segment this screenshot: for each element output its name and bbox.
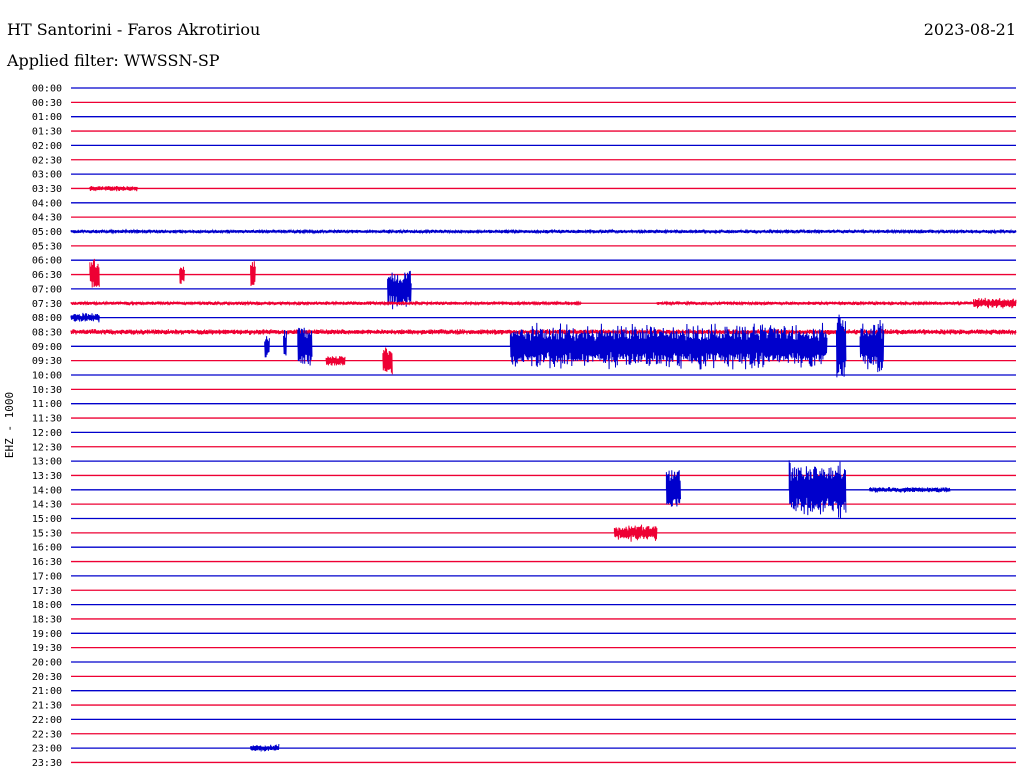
time-label: 06:30 <box>32 270 62 281</box>
time-label: 21:30 <box>32 701 62 712</box>
time-label: 19:30 <box>32 643 62 654</box>
time-label: 10:00 <box>32 371 62 382</box>
seismic-burst <box>70 228 1017 235</box>
time-label: 23:00 <box>32 744 62 755</box>
time-label: 13:30 <box>32 471 62 482</box>
seismic-burst <box>325 356 346 366</box>
time-label: 04:00 <box>32 198 62 209</box>
time-label: 05:00 <box>32 227 62 238</box>
time-label: 09:00 <box>32 342 62 353</box>
seismic-burst <box>613 524 658 542</box>
seismic-burst <box>179 266 185 284</box>
channel-label: EHZ - 1000 <box>3 392 16 458</box>
seismic-burst <box>656 300 1017 307</box>
seismic-burst <box>869 487 951 493</box>
time-label: 00:30 <box>32 98 62 109</box>
time-label: 16:00 <box>32 543 62 554</box>
seismic-burst <box>264 336 270 358</box>
time-label: 17:00 <box>32 571 62 582</box>
seismic-burst <box>70 312 100 323</box>
time-label: 02:30 <box>32 155 62 166</box>
time-label: 22:30 <box>32 729 62 740</box>
time-label: 14:00 <box>32 485 62 496</box>
time-label: 10:30 <box>32 385 62 396</box>
time-label: 18:30 <box>32 614 62 625</box>
seismic-burst <box>250 261 256 287</box>
time-label: 18:00 <box>32 600 62 611</box>
time-label: 17:30 <box>32 586 62 597</box>
time-label: 20:30 <box>32 672 62 683</box>
seismic-burst <box>89 258 100 288</box>
seismic-burst <box>973 297 1017 309</box>
time-label: 01:00 <box>32 112 62 123</box>
time-label: 21:00 <box>32 686 62 697</box>
time-label: 15:30 <box>32 528 62 539</box>
time-label: 08:30 <box>32 327 62 338</box>
time-label: 23:30 <box>32 758 62 769</box>
time-label: 02:00 <box>32 141 62 152</box>
time-label: 05:30 <box>32 241 62 252</box>
time-label: 20:00 <box>32 658 62 669</box>
seismic-burst <box>836 314 847 378</box>
seismic-burst <box>283 329 287 356</box>
seismic-burst <box>250 744 280 752</box>
seismic-burst <box>382 347 393 375</box>
seismic-burst <box>70 300 582 307</box>
time-label: 13:00 <box>32 457 62 468</box>
time-label: 12:00 <box>32 428 62 439</box>
time-label: 00:00 <box>32 84 62 95</box>
time-label: 11:30 <box>32 414 62 425</box>
time-label: 09:30 <box>32 356 62 367</box>
helicorder-plot: 00:00 00:30 01:00 01:30 02:00 02:30 03:00 03:30… <box>3 84 1017 769</box>
time-label: 03:30 <box>32 184 62 195</box>
time-label: 11:00 <box>32 399 62 410</box>
time-label: 03:00 <box>32 170 62 181</box>
time-label: 16:30 <box>32 557 62 568</box>
time-label: 12:30 <box>32 442 62 453</box>
time-label: 22:00 <box>32 715 62 726</box>
seismic-burst <box>859 319 885 373</box>
seismic-burst <box>89 186 138 192</box>
time-label: 15:00 <box>32 514 62 525</box>
time-label: 04:30 <box>32 213 62 224</box>
time-label: 07:30 <box>32 299 62 310</box>
time-label: 08:00 <box>32 313 62 324</box>
time-label: 19:00 <box>32 629 62 640</box>
time-label: 06:00 <box>32 256 62 267</box>
seismic-burst <box>788 460 847 519</box>
time-label: 14:30 <box>32 500 62 511</box>
time-label: 07:00 <box>32 284 62 295</box>
time-label: 01:30 <box>32 127 62 138</box>
